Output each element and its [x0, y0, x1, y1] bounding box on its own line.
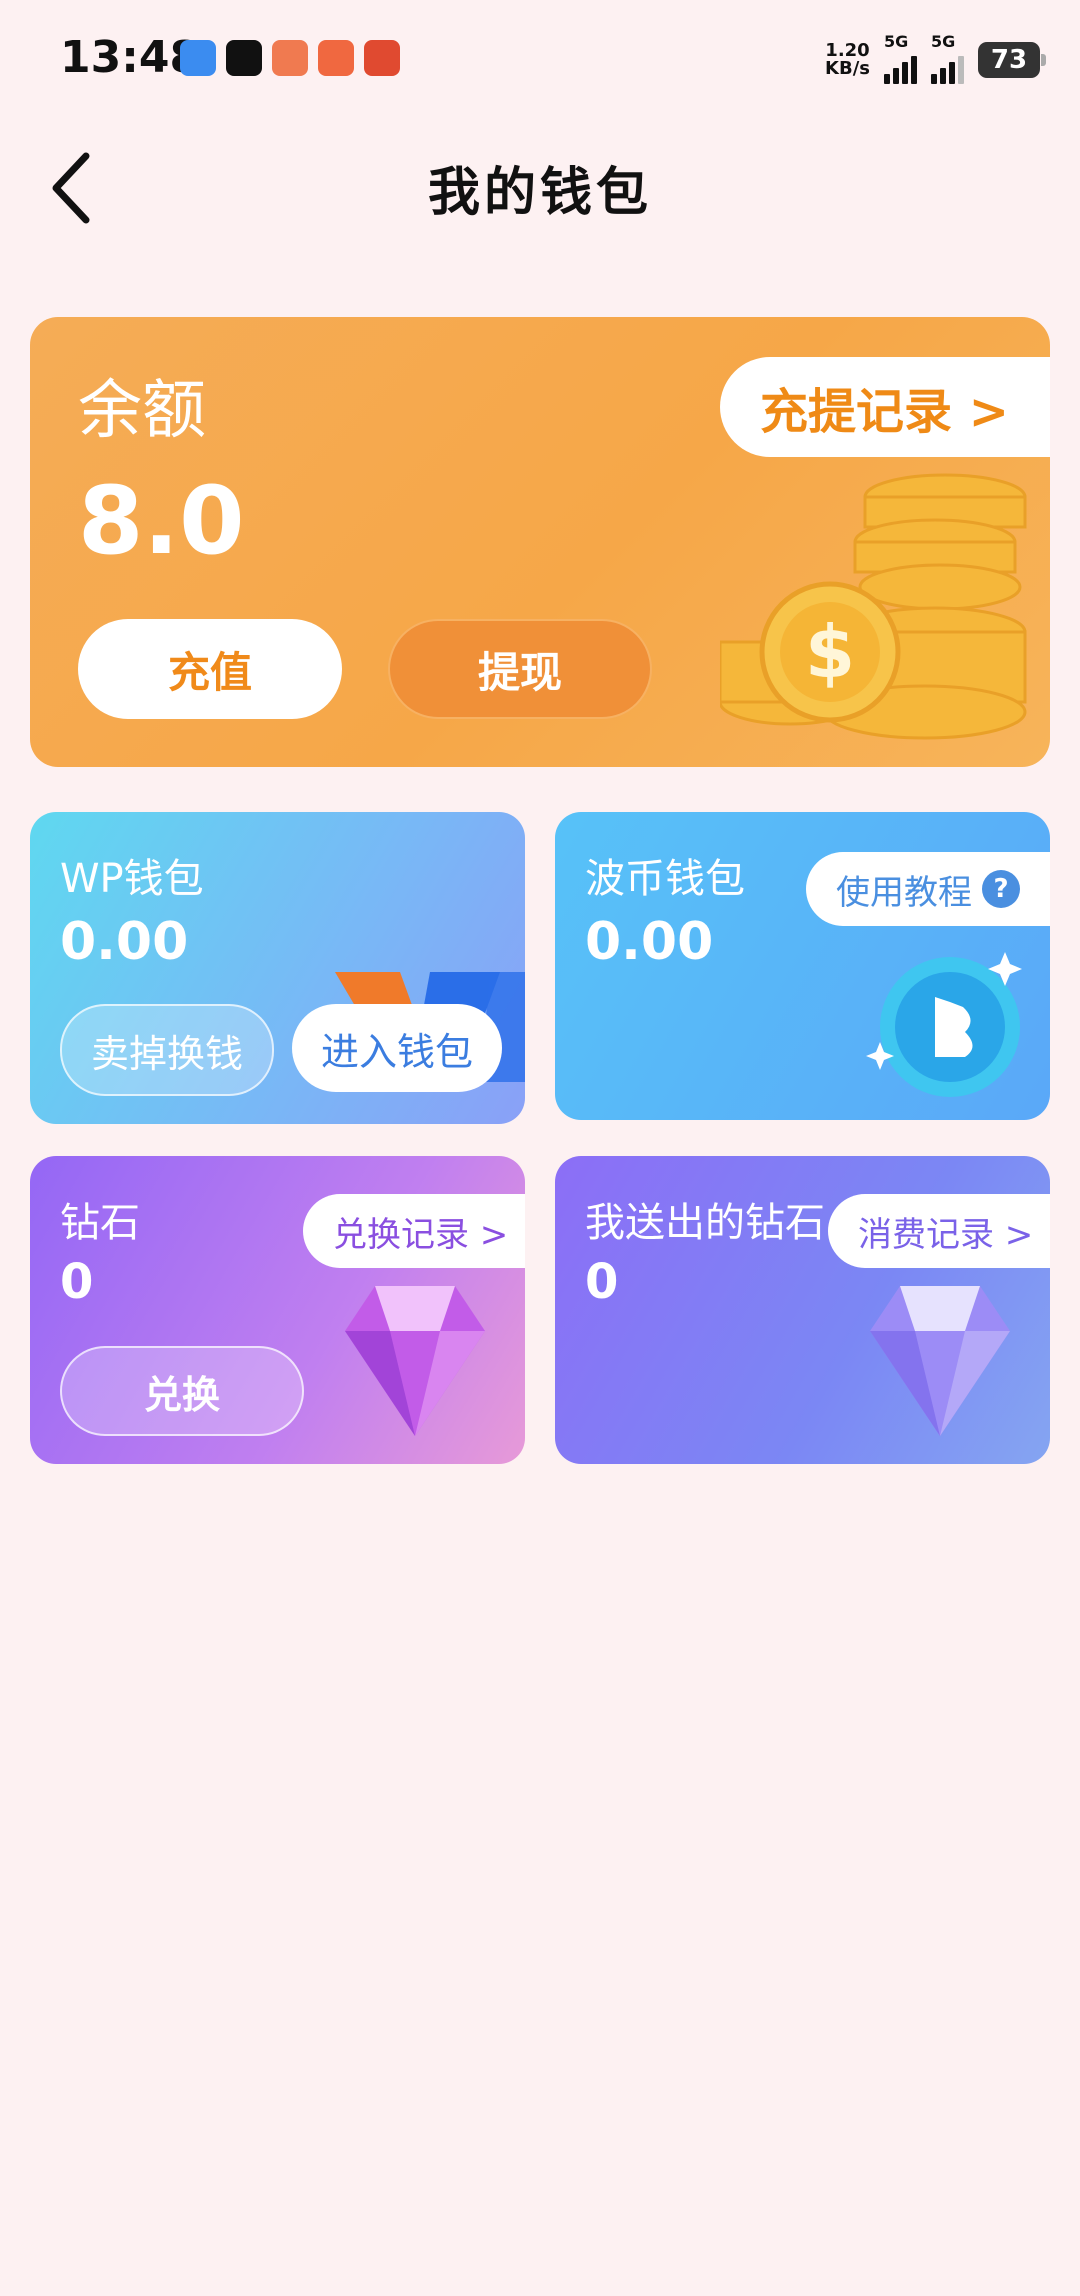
exchange-button[interactable]: 兑换	[60, 1346, 304, 1436]
notification-app-icons	[180, 40, 400, 76]
recharge-withdraw-records-button[interactable]: 充提记录 >	[720, 357, 1050, 457]
sent-diamond-value: 0	[585, 1254, 619, 1310]
signal-icon: 5G	[931, 32, 964, 84]
diamond-value: 0	[60, 1254, 94, 1310]
page-title: 我的钱包	[427, 163, 652, 223]
bo-wallet-label: 波币钱包	[585, 856, 745, 902]
bo-coin-wallet-card: 波币钱包 0.00 使用教程 ?	[555, 812, 1050, 1120]
svg-text:$: $	[805, 610, 855, 694]
diamond-icon	[345, 1286, 485, 1436]
enter-wallet-button[interactable]: 进入钱包	[292, 1004, 502, 1092]
exchange-records-button[interactable]: 兑换记录 >	[303, 1194, 525, 1268]
wp-wallet-label: WP钱包	[60, 856, 204, 902]
sent-diamond-label: 我送出的钻石	[585, 1200, 825, 1246]
balance-label: 余额	[78, 374, 206, 448]
battery-icon: 73	[978, 42, 1046, 78]
wp-wallet-card: WP钱包 0.00 卖掉换钱 进入钱包	[30, 812, 525, 1124]
recharge-button[interactable]: 充值	[78, 619, 342, 719]
balance-value: 8.0	[78, 467, 245, 576]
diamond-icon	[870, 1286, 1010, 1436]
app-icon	[318, 40, 354, 76]
status-bar: 13:48 1.20 KB/s 5G 5G 73	[0, 0, 1080, 120]
wp-wallet-value: 0.00	[60, 912, 189, 972]
sent-diamond-card: 我送出的钻石 0 消费记录 >	[555, 1156, 1050, 1464]
app-icon	[364, 40, 400, 76]
sell-for-cash-button[interactable]: 卖掉换钱	[60, 1004, 274, 1096]
tutorial-button[interactable]: 使用教程 ?	[806, 852, 1050, 926]
bo-coin-icon	[866, 952, 1022, 1097]
app-icon	[272, 40, 308, 76]
coin-stack-icon: $	[720, 473, 1027, 740]
withdraw-button[interactable]: 提现	[388, 619, 652, 719]
signal-icon: 5G	[884, 32, 917, 84]
app-icon	[180, 40, 216, 76]
diamond-label: 钻石	[60, 1200, 140, 1246]
help-icon: ?	[982, 870, 1020, 908]
diamond-card: 钻石 0 兑换记录 > 兑换	[30, 1156, 525, 1464]
spending-records-button[interactable]: 消费记录 >	[828, 1194, 1050, 1268]
balance-card: 余额 8.0 充提记录 > 充值 提现 $	[30, 317, 1050, 767]
network-speed: 1.20 KB/s	[825, 40, 870, 79]
app-icon	[226, 40, 262, 76]
bo-wallet-value: 0.00	[585, 912, 714, 972]
status-indicators: 1.20 KB/s 5G 5G 73	[825, 32, 1046, 84]
